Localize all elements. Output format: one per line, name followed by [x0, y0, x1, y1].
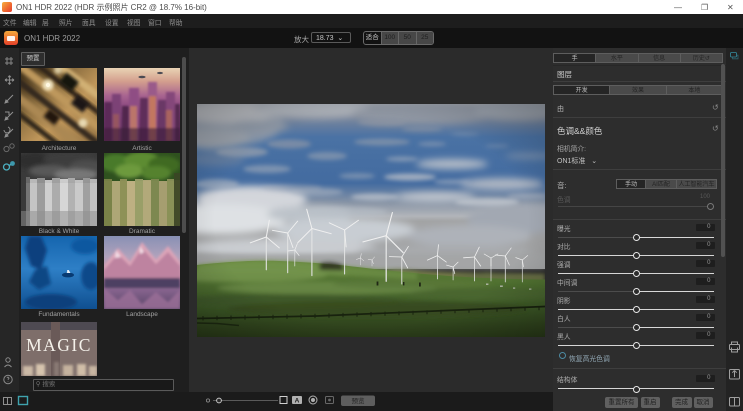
svg-text:A: A — [295, 398, 300, 405]
svg-text:MAGIC: MAGIC — [26, 335, 92, 355]
svg-text:预览: 预览 — [352, 396, 366, 405]
